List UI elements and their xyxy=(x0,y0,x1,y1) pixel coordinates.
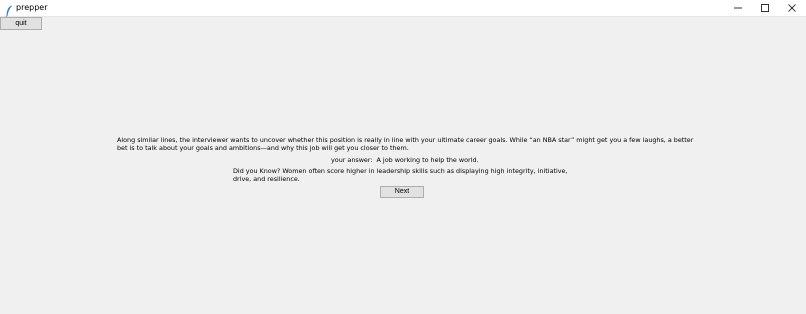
answer-value: A job working to help the world. xyxy=(376,156,479,164)
close-icon xyxy=(787,3,797,13)
window-title: prepper xyxy=(16,3,48,12)
minimize-icon xyxy=(733,3,743,13)
feather-icon xyxy=(5,2,13,18)
title-bar[interactable]: prepper xyxy=(0,0,806,18)
maximize-icon xyxy=(760,3,770,13)
close-button[interactable] xyxy=(778,0,806,16)
question-text: Along similar lines, the interviewer wan… xyxy=(117,136,694,152)
quit-button[interactable]: quit xyxy=(0,17,42,30)
app-window: prepper quit Along similar lines, the in… xyxy=(0,0,806,314)
next-button[interactable]: Next xyxy=(380,186,424,198)
minimize-button[interactable] xyxy=(724,0,752,16)
answer-row: your answer: A job working to help the wo… xyxy=(331,156,479,164)
did-you-know-tip: Did you Know? Women often score higher i… xyxy=(233,167,568,183)
answer-label: your answer: xyxy=(331,156,373,164)
maximize-button[interactable] xyxy=(751,0,779,16)
